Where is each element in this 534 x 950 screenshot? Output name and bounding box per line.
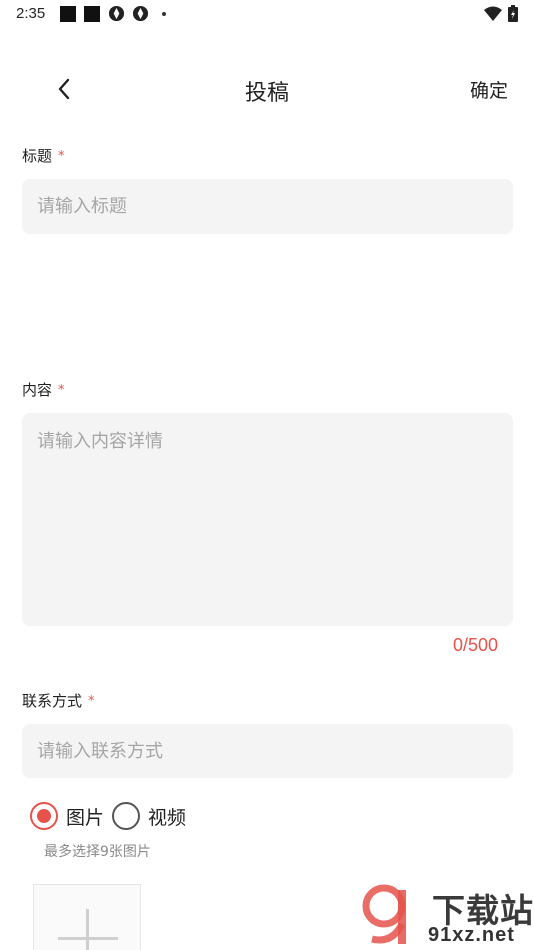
content-label: 内容 * [22,379,65,400]
content-label-text: 内容 [22,381,53,399]
notification-square-icon [84,6,100,22]
page-title: 投稿 [244,81,289,106]
radio-selected-icon[interactable] [30,802,58,830]
radio-label-image: 图片 [66,806,105,829]
dot-icon [162,12,166,16]
title-label: 标题 * [22,145,65,166]
media-type-radio-group: 图片 视频 [30,800,194,832]
aperture-icon [108,5,125,22]
battery-icon [508,5,518,22]
radio-label-video: 视频 [148,806,187,829]
watermark-logo-icon [362,884,406,944]
radio-option-video[interactable]: 视频 [112,802,186,830]
required-mark: * [58,149,65,164]
app-bar: 投稿 确定 [0,62,534,114]
image-limit-hint: 最多选择9张图片 [44,844,151,860]
contact-label-text: 联系方式 [22,692,83,710]
wifi-icon [484,6,502,21]
required-mark: * [58,383,65,398]
status-time: 2:35 [16,5,46,22]
char-counter: 0/500 [452,635,498,655]
confirm-button[interactable]: 确定 [470,76,508,103]
status-bar: 2:35 [0,0,534,28]
content-textarea[interactable] [22,413,513,626]
required-mark: * [88,694,95,709]
contact-label: 联系方式 * [22,690,95,711]
contact-input[interactable] [22,724,513,778]
watermark-site: 91xz.net [428,924,515,946]
notification-square-icon [60,6,76,22]
title-input[interactable] [22,179,513,234]
radio-option-image[interactable]: 图片 [30,802,104,830]
plus-icon [86,909,89,950]
watermark: 下载站 91xz.net [362,884,534,950]
radio-unselected-icon[interactable] [112,802,141,830]
add-image-button[interactable] [33,884,141,950]
aperture-icon [132,5,149,22]
title-label-text: 标题 [22,147,53,165]
